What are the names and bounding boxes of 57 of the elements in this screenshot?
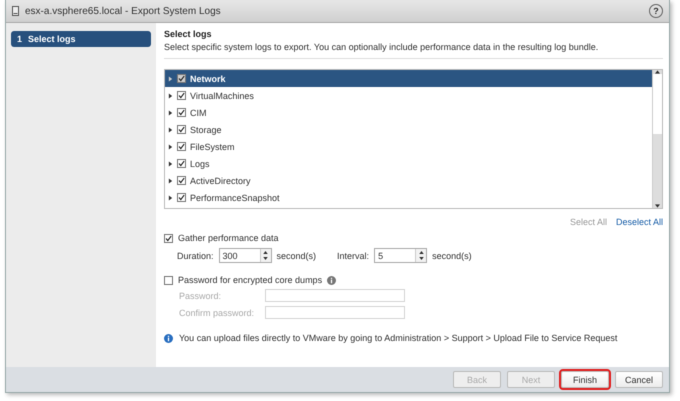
field-label: Confirm password: bbox=[179, 308, 256, 318]
checkbox-label: Password for encrypted core dumps bbox=[178, 275, 322, 285]
tree-checkbox[interactable] bbox=[177, 142, 186, 151]
scrollbar[interactable] bbox=[652, 70, 662, 208]
tree-item-label: PerformanceSnapshot bbox=[190, 192, 280, 202]
expand-arrow-icon[interactable] bbox=[168, 144, 173, 150]
tree-item-label: ActiveDirectory bbox=[190, 176, 251, 186]
tree-item-label: CIM bbox=[190, 108, 206, 118]
tree-checkbox[interactable] bbox=[177, 176, 186, 185]
tree-row[interactable]: VirtualMachines bbox=[165, 87, 652, 104]
number-spinner[interactable]: 5 bbox=[374, 248, 428, 263]
spinner-label: Interval: bbox=[337, 250, 370, 260]
expand-arrow-icon[interactable] bbox=[168, 194, 173, 200]
tree-checkbox[interactable] bbox=[177, 159, 186, 168]
number-spinner[interactable]: 300 bbox=[218, 248, 272, 263]
tree-checkbox[interactable] bbox=[177, 91, 186, 100]
checkbox[interactable] bbox=[164, 276, 173, 284]
info-message: You can upload files directly to VMware by going to Administration > Support > Upload File to Service Request bbox=[179, 333, 618, 343]
tree-item-label: Network bbox=[190, 74, 226, 84]
tree-item-label: Logs bbox=[190, 158, 210, 168]
expand-arrow-icon[interactable] bbox=[168, 110, 173, 116]
page-heading: Select logs bbox=[164, 29, 213, 39]
spinner-label: Duration: bbox=[177, 250, 214, 260]
page-description: Select specific system logs to export. You can optionally include performance data in the resulting log bundle. bbox=[164, 42, 663, 59]
tree-item-label: FileSystem bbox=[190, 142, 235, 152]
dialog-button[interactable]: Cancel bbox=[615, 371, 663, 388]
tree-checkbox[interactable] bbox=[177, 108, 186, 117]
tree-item-label: VirtualMachines bbox=[190, 90, 254, 100]
tree-row[interactable]: Storage bbox=[165, 121, 652, 138]
tree-row[interactable]: PerformanceSnapshot bbox=[165, 189, 652, 206]
unit-label: second(s) bbox=[432, 250, 472, 260]
expand-arrow-icon[interactable] bbox=[168, 160, 173, 166]
wizard-step[interactable]: 1 Select logs bbox=[11, 31, 151, 47]
unit-label: second(s) bbox=[276, 250, 316, 260]
server-icon bbox=[12, 6, 19, 16]
tree-checkbox[interactable] bbox=[177, 74, 186, 83]
window-title: esx-a.vsphere65.local - Export System Logs bbox=[25, 6, 222, 16]
tree-row[interactable]: Logs bbox=[165, 155, 652, 172]
scroll-down-icon[interactable] bbox=[655, 204, 660, 208]
tree-checkbox[interactable] bbox=[177, 125, 186, 134]
dialog-button[interactable]: Finish bbox=[561, 371, 609, 388]
checkbox-label: Gather performance data bbox=[178, 233, 279, 243]
checkbox[interactable] bbox=[164, 234, 173, 242]
help-icon[interactable]: ? bbox=[649, 4, 663, 18]
info-icon bbox=[164, 334, 173, 342]
expand-arrow-icon[interactable] bbox=[168, 126, 173, 132]
tree-checkbox[interactable] bbox=[177, 193, 186, 202]
expand-arrow-icon[interactable] bbox=[168, 178, 173, 184]
tree-row[interactable]: FileSystem bbox=[165, 138, 652, 155]
tree-row[interactable]: ActiveDirectory bbox=[165, 172, 652, 189]
field-label: Password: bbox=[179, 290, 222, 300]
expand-arrow-icon[interactable] bbox=[168, 92, 173, 98]
info-icon[interactable] bbox=[327, 276, 336, 284]
tree-row[interactable]: CIM bbox=[165, 104, 652, 121]
link[interactable]: Deselect All bbox=[616, 217, 663, 227]
tree-item-label: Storage bbox=[190, 124, 222, 134]
tree-row[interactable]: Network bbox=[165, 70, 652, 87]
